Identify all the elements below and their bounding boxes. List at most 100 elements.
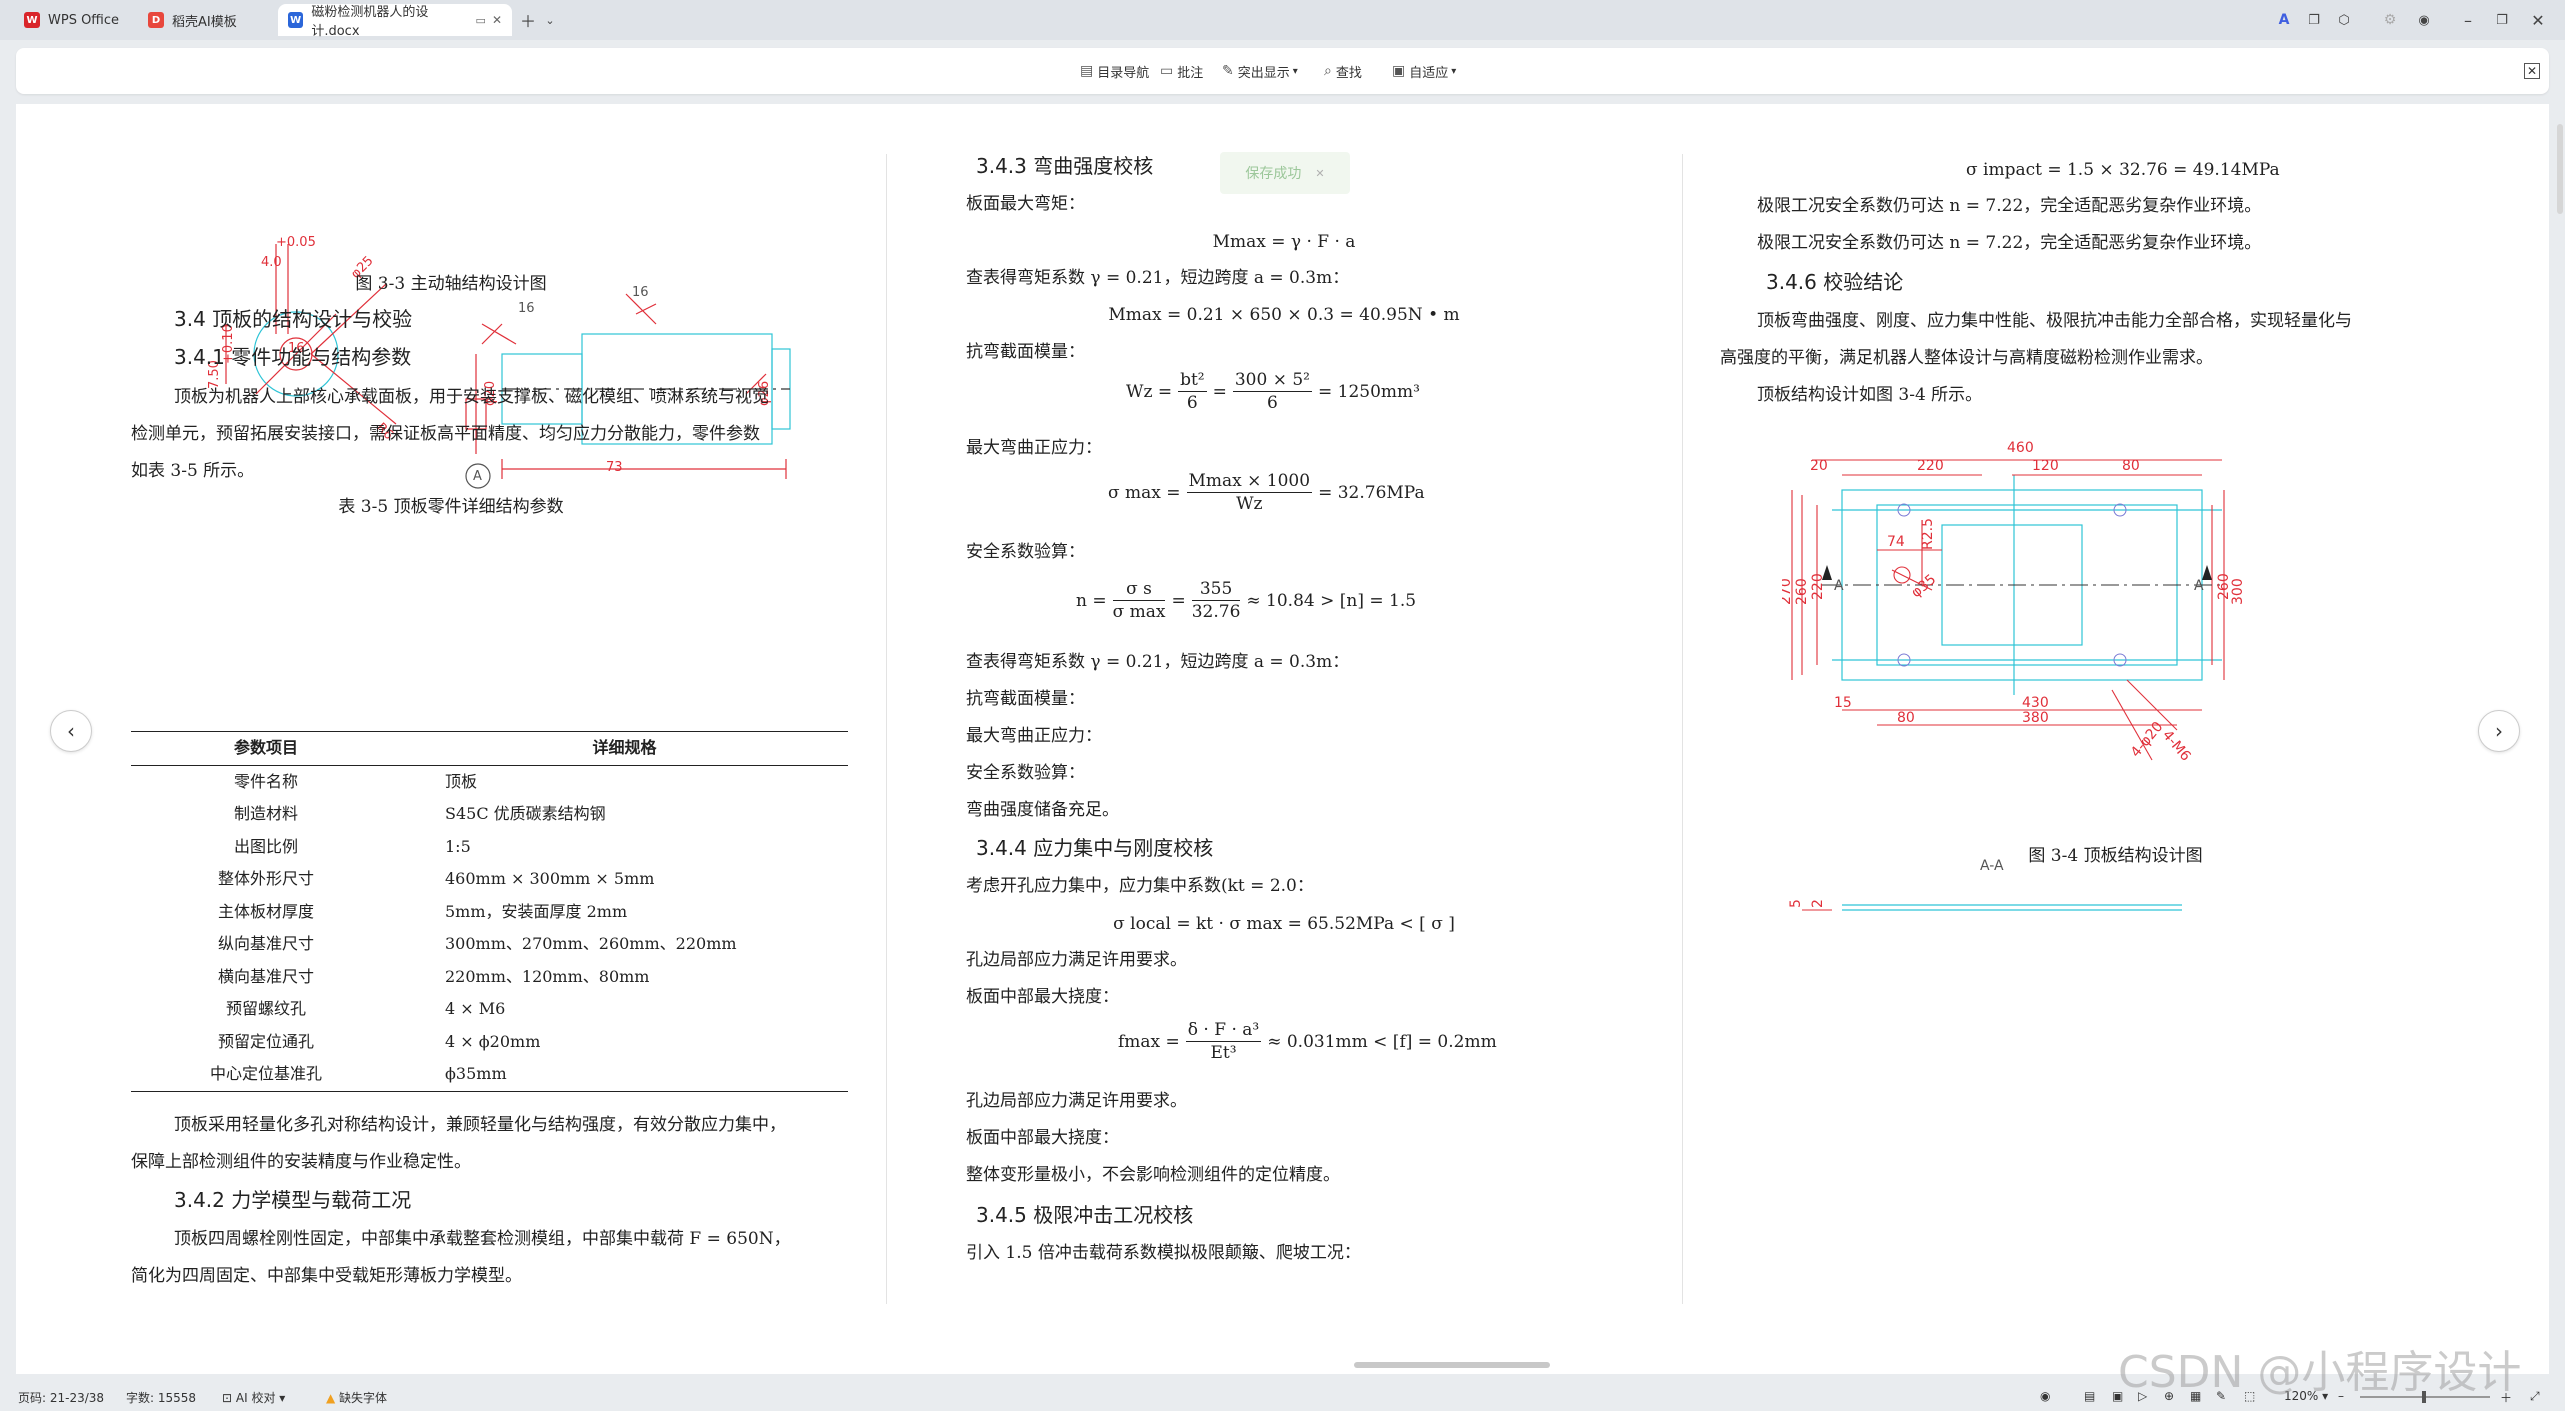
svg-text:15: 15 xyxy=(1834,695,1852,711)
missing-font-button[interactable]: ▲ 缺失字体 xyxy=(326,1389,387,1406)
outline-icon: ▤ xyxy=(1080,63,1094,79)
svg-text:380: 380 xyxy=(2022,710,2049,726)
chevron-down-icon: ▾ xyxy=(1292,65,1298,77)
reading-toolbar: ▤ 目录导航 ▭ 批注 ✎ 突出显示 ▾ ⌕ 查找 ▣ 自适应 ▾ ✕ xyxy=(16,48,2549,94)
figure-caption-3-4: 图 3-4 顶板结构设计图 xyxy=(2028,846,2203,866)
close-tab-icon[interactable]: ✕ xyxy=(492,13,502,27)
heading-3-4-3: 3.4.3 弯曲强度校核 xyxy=(976,154,1154,178)
paragraph-line: 保障上部检测组件的安装精度与作业稳定性。 xyxy=(131,1152,471,1172)
exit-reading-mode-icon[interactable]: ✕ xyxy=(2524,63,2540,79)
table-cell-param: 主体板材厚度 xyxy=(217,901,314,921)
search-icon: ⌕ xyxy=(1324,63,1332,79)
find-button[interactable]: ⌕ 查找 xyxy=(1324,61,1362,81)
equation-sigma: σ max = Mmax × 1000 Wz = 32.76MPa xyxy=(1108,471,1425,514)
paragraph-line: 顶板四周螺栓刚性固定，中部集中承载整套检测模组，中部集中载荷 F = 650N， xyxy=(174,1229,791,1249)
paragraph-line: 顶板结构设计如图 3-4 所示。 xyxy=(1757,385,1983,405)
prev-page-button[interactable]: ‹ xyxy=(50,710,92,752)
new-tab-icon[interactable]: ＋ xyxy=(516,8,540,32)
svg-text:220: 220 xyxy=(1810,573,1826,600)
table-cell-param: 整体外形尺寸 xyxy=(217,869,314,889)
table-header: 详细规格 xyxy=(592,738,657,758)
vertical-scrollbar[interactable] xyxy=(2557,124,2563,214)
paragraph-line: 弯曲强度储备充足。 xyxy=(966,800,1119,820)
restore-icon[interactable]: ❐ xyxy=(2490,8,2514,32)
paragraph-line: 抗弯截面模量： xyxy=(966,689,1085,709)
paragraph-line: 孔边局部应力满足许用要求。 xyxy=(966,950,1187,970)
svg-text:A: A xyxy=(2194,578,2204,594)
paragraph-line: 孔边局部应力满足许用要求。 xyxy=(966,1091,1187,1111)
chevron-down-icon[interactable]: ⌄ xyxy=(538,8,562,32)
paragraph-line: 顶板采用轻量化多孔对称结构设计，兼顾轻量化与结构强度，有效分散应力集中， xyxy=(174,1115,786,1135)
avatar[interactable]: ◉ xyxy=(2412,8,2436,32)
paragraph-line: 顶板为机器人上部核心承载面板，用于安装支撑板、磁化模组、喷淋系统与视觉 xyxy=(174,387,769,407)
svg-text:5: 5 xyxy=(1788,899,1804,908)
ai-check-button[interactable]: ⊡ AI 校对 ▾ xyxy=(222,1389,285,1406)
window-layout-icon[interactable]: ❐ xyxy=(2302,8,2326,32)
svg-text:80: 80 xyxy=(2122,458,2140,474)
horizontal-scrollbar[interactable] xyxy=(1354,1362,1550,1368)
paragraph-line: 板面中部最大挠度： xyxy=(966,1128,1119,1148)
wps-logo-icon: W xyxy=(24,12,40,28)
table-cell-spec: 顶板 xyxy=(445,771,478,791)
svg-text:R2.5: R2.5 xyxy=(1920,518,1936,550)
table-cell-param: 纵向基准尺寸 xyxy=(217,934,314,954)
paragraph-line: 抗弯截面模量： xyxy=(966,342,1085,362)
eye-icon[interactable]: ◉ xyxy=(2040,1389,2050,1403)
word-count[interactable]: 字数: 15558 xyxy=(126,1389,196,1406)
page-divider xyxy=(1682,154,1683,1304)
table-caption-3-5: 表 3-5 顶板零件详细结构参数 xyxy=(338,497,564,517)
next-page-button[interactable]: › xyxy=(2478,710,2520,752)
heading-3-4: 3.4 顶板的结构设计与校验 xyxy=(174,307,413,331)
table-row: 预留定位通孔 4 × ϕ20mm xyxy=(131,1026,848,1059)
title-bar: W WPS Office D 稻壳AI模板 W 磁粉检测机器人的设计.docx … xyxy=(0,0,2565,40)
chevron-left-icon: ‹ xyxy=(67,719,75,743)
equation: σ impact = 1.5 × 32.76 = 49.14MPa xyxy=(1966,160,2280,180)
paragraph-line: 顶板弯曲强度、刚度、应力集中性能、极限抗冲击能力全部合格，实现轻量化与 xyxy=(1757,311,2352,331)
tab-label: 磁粉检测机器人的设计.docx xyxy=(311,5,429,39)
fit-button[interactable]: ▣ 自适应 ▾ xyxy=(1392,61,1456,81)
tab-docer[interactable]: D 稻壳AI模板 xyxy=(138,4,278,36)
paragraph-line: 极限工况安全系数仍可达 n = 7.22，完全适配恶劣复杂作业环境。 xyxy=(1757,233,2262,253)
minimize-icon[interactable]: – xyxy=(2456,8,2480,32)
comment-button[interactable]: ▭ 批注 xyxy=(1160,61,1203,81)
warning-icon: ▲ xyxy=(326,1391,340,1405)
table-row: 出图比例 1:5 xyxy=(131,831,848,864)
equation-safety: n = σ sσ max = 355 32.76 ≈ 10.84 > [n] = … xyxy=(1076,579,1417,622)
table-row: 预留螺纹孔 4 × M6 xyxy=(131,993,848,1026)
tab-wps-office[interactable]: W WPS Office xyxy=(14,4,134,36)
page-view-icon[interactable]: ▤ xyxy=(2084,1389,2095,1403)
figure-caption-3-3: 图 3-3 主动轴结构设计图 xyxy=(355,274,547,294)
save-toast: 保存成功 ✕ xyxy=(1220,152,1350,194)
close-window-icon[interactable]: ✕ xyxy=(2526,8,2550,32)
chevron-down-icon: ▾ xyxy=(1451,65,1457,77)
heading-3-4-1: 3.4.1 零件功能与结构参数 xyxy=(174,345,412,369)
cube-icon[interactable]: ⬡ xyxy=(2332,8,2356,32)
tab-label: WPS Office xyxy=(48,12,120,28)
chevron-right-icon: › xyxy=(2495,719,2503,743)
ai-assistant-icon[interactable]: A xyxy=(2272,8,2296,32)
tab-document[interactable]: W 磁粉检测机器人的设计.docx ▭ ✕ xyxy=(278,4,512,39)
document-canvas[interactable]: +0.05 4.0 φ25 7.50 +0.10 16 R6 73 A 16 1… xyxy=(16,104,2563,1374)
table-cell-param: 零件名称 xyxy=(233,771,298,791)
svg-text:260: 260 xyxy=(1794,578,1810,605)
parameter-table: 参数项目 详细规格 零件名称 顶板 制造材料 S45C 优质碳素结构钢 出图比例 1:5 整… xyxy=(131,731,848,1092)
paragraph-line: 安全系数验算： xyxy=(966,542,1085,562)
page-indicator[interactable]: 页码: 21-23/38 xyxy=(18,1389,104,1406)
fullscreen-icon[interactable]: ⤢ xyxy=(2530,1389,2540,1404)
svg-text:80: 80 xyxy=(1897,710,1915,726)
svg-text:A: A xyxy=(1834,578,1844,594)
heading-3-4-4: 3.4.4 应力集中与刚度校核 xyxy=(976,836,1214,860)
paragraph-line: 引入 1.5 倍冲击载荷系数模拟极限颠簸、爬坡工况： xyxy=(966,1243,1361,1263)
outline-nav-button[interactable]: ▤ 目录导航 xyxy=(1080,61,1149,81)
table-row: 整体外形尺寸 460mm × 300mm × 5mm xyxy=(131,863,848,896)
table-row: 横向基准尺寸 220mm、120mm、80mm xyxy=(131,961,848,994)
paragraph-line: 最大弯曲正应力： xyxy=(966,726,1102,746)
gear-icon[interactable]: ⚙ xyxy=(2378,8,2402,32)
heading-3-4-6: 3.4.6 校验结论 xyxy=(1766,270,1904,294)
ai-check-icon: ⊡ xyxy=(222,1391,236,1405)
close-icon[interactable]: ✕ xyxy=(1315,167,1324,180)
table-row: 零件名称 顶板 xyxy=(131,765,848,798)
heading-3-4-2: 3.4.2 力学模型与载荷工况 xyxy=(174,1188,412,1212)
svg-text:120: 120 xyxy=(2032,458,2059,474)
highlight-button[interactable]: ✎ 突出显示 ▾ xyxy=(1222,61,1298,81)
